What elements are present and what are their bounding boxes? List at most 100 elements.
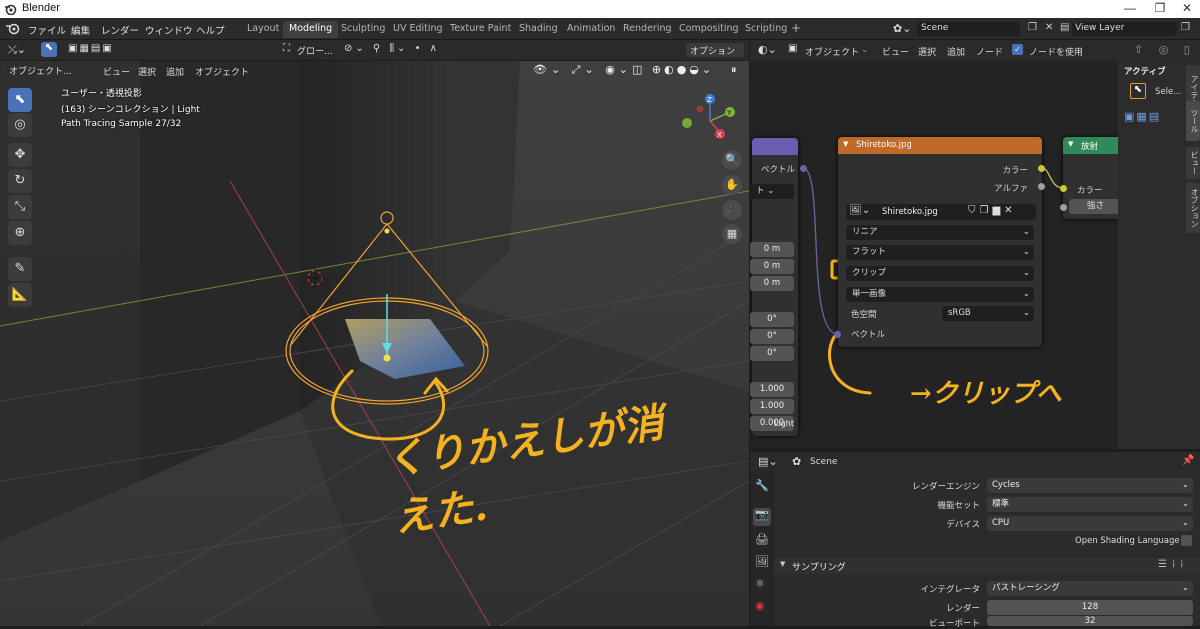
toggle-sidebar-icon[interactable]: ⏸ — [731, 63, 737, 77]
sidebar-tab-view[interactable]: ビュー — [1186, 147, 1200, 179]
tab-rendering[interactable]: Rendering — [617, 21, 678, 38]
scene-icon[interactable]: ✿⌄ — [893, 22, 911, 35]
maximize-icon[interactable]: ❐ — [1151, 1, 1169, 17]
tab-shading[interactable]: Shading — [513, 21, 564, 38]
node-menu-view[interactable]: ビュー — [882, 45, 909, 58]
mapping-vector-socket[interactable] — [800, 165, 807, 172]
scene-selector[interactable]: Scene — [917, 22, 1020, 36]
shader-node-editor[interactable]: ベクトル ト ⌄ 0 m 0 m 0 m 0° 0° 0° 1.000 1.00… — [750, 61, 1118, 449]
location-x[interactable]: 0 m — [750, 242, 794, 257]
extension-dropdown[interactable]: クリップ ⌄ — [846, 266, 1034, 281]
3d-viewport[interactable]: ユーザー・透視投影 (163) シーンコレクション | Light Path T… — [0, 61, 749, 626]
tab-texture-paint[interactable]: Texture Paint — [444, 21, 517, 38]
mode-selector[interactable]: オブジェクト... — [6, 63, 91, 77]
minimize-icon[interactable]: — — [1121, 1, 1139, 17]
node-menu-select[interactable]: 選択 — [918, 45, 936, 58]
zoom-icon[interactable]: 🔍 — [722, 150, 742, 170]
emission-node-header[interactable]: ▼ 放射 — [1063, 137, 1118, 154]
scale-y[interactable]: 1.000 — [750, 399, 794, 414]
viewport-menu-view[interactable]: ビュー — [103, 65, 130, 78]
editor-type-icon[interactable]: ⤯⌄ — [8, 43, 26, 57]
pivot-snap-icons[interactable]: ⊘⌄ ⚲ ⫼⌄ • ∧ — [344, 43, 440, 54]
mapping-node-header[interactable] — [752, 138, 798, 155]
panel-preset-icons[interactable]: ☰⁞⁞ — [1158, 559, 1188, 570]
ortho-grid-icon[interactable]: ▦ — [722, 224, 742, 244]
mapping-type-dropdown[interactable]: ト ⌄ — [750, 184, 794, 199]
view-layer-icon[interactable]: ▤ — [1060, 22, 1069, 33]
visibility-gizmo-icons[interactable]: 👁⌄ ⤢⌄ ◉⌄ — [533, 63, 632, 77]
navigation-gizmo[interactable]: Z Y X — [680, 93, 740, 143]
rotation-y[interactable]: 0° — [750, 329, 794, 344]
world-tab-icon[interactable]: ◉ — [755, 599, 765, 612]
menu-edit[interactable]: 編集 — [71, 23, 90, 37]
rotation-x[interactable]: 0° — [750, 312, 794, 327]
tab-sculpting[interactable]: Sculpting — [335, 21, 391, 38]
emission-node[interactable]: ▼ 放射 カラー 強さ — [1063, 137, 1118, 219]
image-browse-icon[interactable]: 🖼⌄ — [849, 205, 870, 216]
device-dropdown[interactable]: CPU ⌄ — [987, 516, 1193, 531]
feature-set-dropdown[interactable]: 標準 ⌄ — [987, 497, 1193, 512]
shader-type-label[interactable]: オブジェクト — [805, 45, 859, 58]
image-name[interactable]: Shiretoko.jpg — [882, 207, 938, 217]
render-samples-field[interactable]: 128 — [987, 600, 1193, 615]
menu-window[interactable]: ウィンドウ — [145, 23, 193, 37]
node-menu-add[interactable]: 追加 — [947, 45, 965, 58]
node-header-icons[interactable]: ⇧ ◎ ▯ — [1134, 43, 1196, 56]
measure-tool-icon[interactable]: 📐 — [8, 283, 32, 307]
render-tab-icon[interactable]: 📷 — [753, 508, 771, 526]
sidebar-tab-tool[interactable]: ツール — [1186, 101, 1200, 141]
options-dropdown[interactable]: オプション — [686, 43, 744, 57]
tab-compositing[interactable]: Compositing — [673, 21, 745, 38]
tab-animation[interactable]: Animation — [561, 21, 621, 38]
emission-strength-socket[interactable] — [1060, 204, 1067, 211]
tab-uv-editing[interactable]: UV Editing — [387, 21, 449, 38]
color-output-socket[interactable] — [1038, 165, 1045, 172]
pan-hand-icon[interactable]: ✋ — [722, 175, 742, 195]
cursor-tool-icon[interactable]: ◎ — [8, 113, 32, 137]
transform-orientation[interactable]: グロー... — [297, 44, 333, 57]
viewport-menu-add[interactable]: 追加 — [166, 65, 184, 78]
camera-view-icon[interactable]: 🎥 — [722, 200, 742, 220]
active-tool-icon[interactable]: ⬉ — [1130, 83, 1146, 99]
viewport-samples-field[interactable]: 32 — [987, 616, 1193, 626]
sidebar-tab-options[interactable]: オプション — [1186, 183, 1200, 233]
pin-icon[interactable]: 📌 — [1182, 455, 1194, 466]
image-node-header[interactable]: ▼ Shiretoko.jpg — [838, 137, 1042, 154]
scale-tool-icon[interactable]: ⤡ — [8, 195, 32, 219]
projection-dropdown[interactable]: フラット ⌄ — [846, 245, 1034, 260]
transform-tool-icon[interactable]: ⊕ — [8, 221, 32, 245]
scene-tab-icon[interactable]: ⚛ — [755, 577, 765, 590]
output-tab-icon[interactable]: 🖨 — [755, 533, 769, 546]
source-dropdown[interactable]: 単一画像 ⌄ — [846, 287, 1034, 302]
properties-editor-type-icon[interactable]: ▤⌄ — [758, 455, 778, 468]
move-tool-icon[interactable]: ✥ — [8, 143, 32, 167]
node-menu-node[interactable]: ノード — [976, 45, 1003, 58]
sampling-panel-header[interactable]: ▼ サンプリング ☰⁞⁞ — [774, 556, 1200, 574]
mapping-node[interactable]: ベクトル ト ⌄ 0 m 0 m 0 m 0° 0° 0° 1.000 1.00… — [750, 138, 798, 436]
colorspace-dropdown[interactable]: sRGB ⌄ — [942, 306, 1034, 321]
viewport-menu-object[interactable]: オブジェクト — [195, 65, 249, 78]
rotation-z[interactable]: 0° — [750, 346, 794, 361]
tool-tab-icon[interactable]: 🔧 — [755, 479, 769, 492]
osl-checkbox[interactable] — [1181, 535, 1192, 546]
location-z[interactable]: 0 m — [750, 276, 794, 291]
use-nodes-checkbox[interactable]: ✓ — [1012, 44, 1023, 55]
image-texture-node[interactable]: ▼ Shiretoko.jpg カラー アルファ 🖼⌄ Shiretoko.jp… — [838, 137, 1042, 347]
integrator-dropdown[interactable]: パストレーシング ⌄ — [987, 581, 1193, 596]
alpha-output-socket[interactable] — [1038, 183, 1045, 190]
viewport-menu-select[interactable]: 選択 — [138, 65, 156, 78]
node-editor-type-icon[interactable]: ◐⌄ — [758, 43, 777, 56]
scale-x[interactable]: 1.000 — [750, 382, 794, 397]
remove-scene-icon[interactable]: ✕ — [1045, 22, 1053, 33]
render-engine-dropdown[interactable]: Cycles ⌄ — [987, 478, 1193, 493]
selection-mode-icons[interactable]: ▣▦▤ — [1124, 110, 1161, 123]
emission-color-socket[interactable] — [1060, 185, 1067, 192]
menu-help[interactable]: ヘルプ — [196, 23, 225, 37]
location-y[interactable]: 0 m — [750, 259, 794, 274]
menu-render[interactable]: レンダー — [101, 23, 139, 37]
vector-input-socket[interactable] — [834, 331, 841, 338]
node-collapse-icon[interactable]: ▼ — [1068, 140, 1073, 148]
tab-modeling[interactable]: Modeling — [283, 21, 339, 38]
tab-layout[interactable]: Layout — [241, 21, 285, 38]
select-tool-icon[interactable]: ⬉ — [8, 88, 32, 112]
